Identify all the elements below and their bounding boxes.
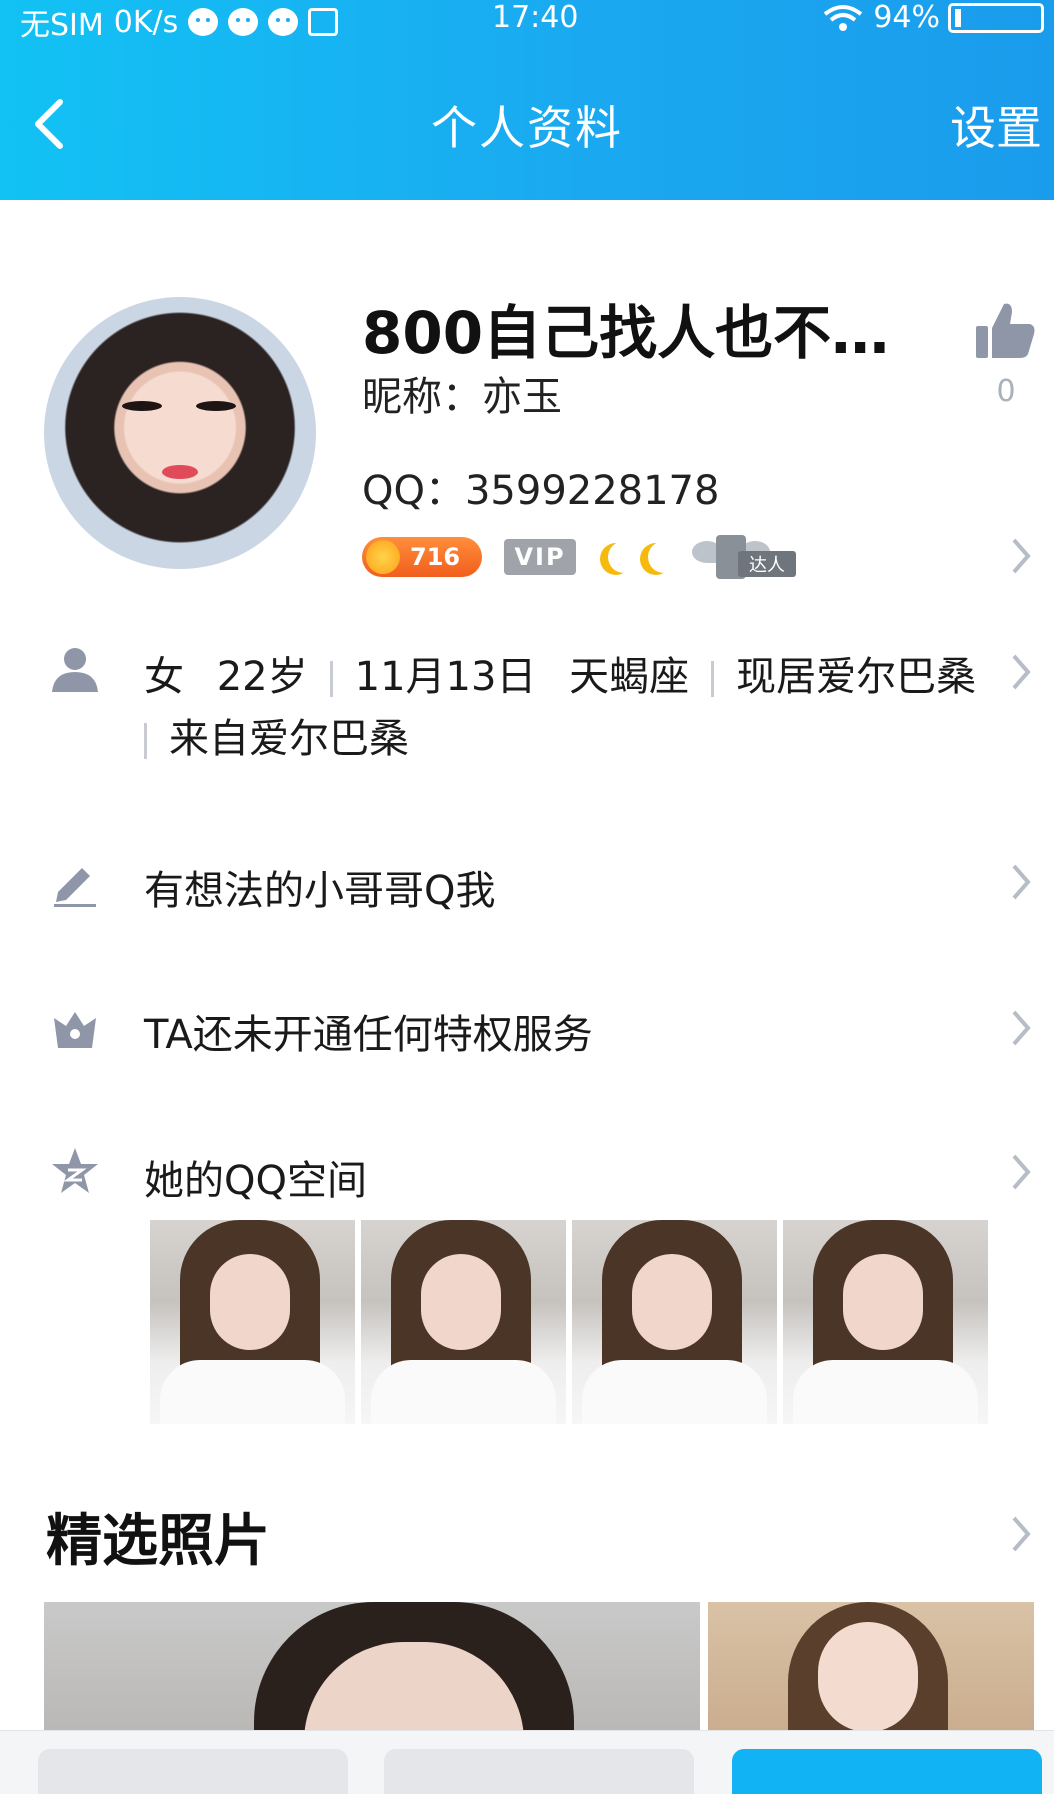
- basic-info[interactable]: 女 22岁 11月13日 天蝎座 现居爱尔巴桑 来自爱尔巴桑: [144, 646, 984, 770]
- photo-face: [210, 1254, 290, 1350]
- battery-icon: [948, 2, 1044, 33]
- settings-button[interactable]: 设置: [950, 92, 1042, 158]
- qzone-thumbnails: [150, 1220, 988, 1424]
- qq-level-badge: 716: [362, 537, 482, 577]
- qzone-star-icon: [50, 1146, 100, 1196]
- chevron-right-icon[interactable]: [1010, 1152, 1032, 1192]
- action-button-middle[interactable]: [384, 1749, 694, 1794]
- photo-face: [421, 1254, 501, 1350]
- crown-icon: [50, 1004, 100, 1054]
- sun-icon: [366, 540, 400, 574]
- clock: 17:40: [492, 0, 579, 35]
- badge-row[interactable]: 716 VIP 达人: [362, 532, 802, 582]
- screenshot-notification-icon: [308, 8, 339, 36]
- talent-tag: 达人: [738, 551, 796, 577]
- chevron-right-icon[interactable]: [1010, 1008, 1032, 1048]
- action-button-primary[interactable]: [732, 1749, 1042, 1794]
- thumbs-up-icon: [976, 303, 1035, 358]
- wifi-icon: [821, 4, 865, 32]
- birthday: 11月13日: [354, 654, 537, 700]
- chevron-right-icon[interactable]: [1010, 652, 1032, 692]
- pen-icon: [50, 858, 100, 908]
- person-icon: [50, 644, 100, 694]
- location: 现居爱尔巴桑: [736, 654, 977, 700]
- moon-icon: [648, 541, 680, 573]
- nav-bar: 个人资料 设置: [0, 84, 1054, 164]
- photo-shirt: [793, 1360, 978, 1424]
- privilege-status[interactable]: TA还未开通任何特权服务: [144, 1002, 593, 1060]
- photo-face: [818, 1622, 918, 1732]
- qq-number: QQ：3599228178: [362, 468, 720, 514]
- qzone-link[interactable]: 她的QQ空间: [144, 1148, 367, 1206]
- network-speed: 0K/s: [113, 4, 179, 40]
- qq-notification-icon: [268, 8, 299, 36]
- status-left: 无SIM 0K/s: [20, 0, 339, 44]
- qzone-photo[interactable]: [361, 1220, 566, 1424]
- hometown: 来自爱尔巴桑: [169, 716, 409, 762]
- chevron-right-icon[interactable]: [1010, 1514, 1032, 1554]
- photo-shirt: [582, 1360, 767, 1424]
- avatar-eye: [196, 401, 236, 411]
- display-name: 800自己找人也不…: [362, 299, 890, 367]
- signature[interactable]: 有想法的小哥哥Q我: [144, 858, 495, 916]
- photo-face: [632, 1254, 712, 1350]
- photo-face: [843, 1254, 923, 1350]
- nickname: 昵称：亦玉: [362, 374, 562, 420]
- action-button-left[interactable]: [38, 1749, 348, 1794]
- divider: [329, 661, 333, 697]
- age: 22岁: [216, 654, 308, 700]
- like-count: 0: [996, 374, 1016, 409]
- status-right: 94%: [821, 0, 1044, 35]
- qzone-photo[interactable]: [150, 1220, 355, 1424]
- header-bar: 无SIM 0K/s 17:40 94% 个人资料 设置: [0, 0, 1054, 200]
- qq-level-value: 716: [410, 543, 461, 571]
- status-bar: 无SIM 0K/s 17:40 94%: [0, 0, 1054, 43]
- divider: [144, 723, 147, 759]
- photo-shirt: [371, 1360, 556, 1424]
- qq-notification-icon: [188, 8, 219, 36]
- page-title: 个人资料: [431, 101, 623, 155]
- chevron-right-icon[interactable]: [1010, 862, 1032, 902]
- avatar-eye: [122, 401, 162, 411]
- divider: [711, 661, 715, 697]
- qq-notification-icon: [228, 8, 259, 36]
- qzone-photo[interactable]: [572, 1220, 777, 1424]
- avatar-lip: [162, 465, 198, 479]
- zodiac: 天蝎座: [569, 654, 690, 700]
- qzone-photo[interactable]: [783, 1220, 988, 1424]
- avatar[interactable]: [44, 297, 316, 569]
- like-button[interactable]: 0: [970, 298, 1042, 409]
- photo-shirt: [160, 1360, 345, 1424]
- gender: 女: [144, 654, 184, 700]
- battery-percent: 94%: [873, 0, 940, 35]
- talent-badge: 达人: [692, 535, 802, 579]
- vip-badge: VIP: [504, 539, 576, 575]
- bottom-action-bar: [0, 1730, 1054, 1794]
- featured-photos-title: 精选照片: [46, 1509, 270, 1574]
- carrier-label: 无SIM: [20, 8, 104, 43]
- chevron-right-icon[interactable]: [1010, 536, 1032, 576]
- moon-icons: [598, 541, 670, 573]
- moon-icon: [608, 541, 640, 573]
